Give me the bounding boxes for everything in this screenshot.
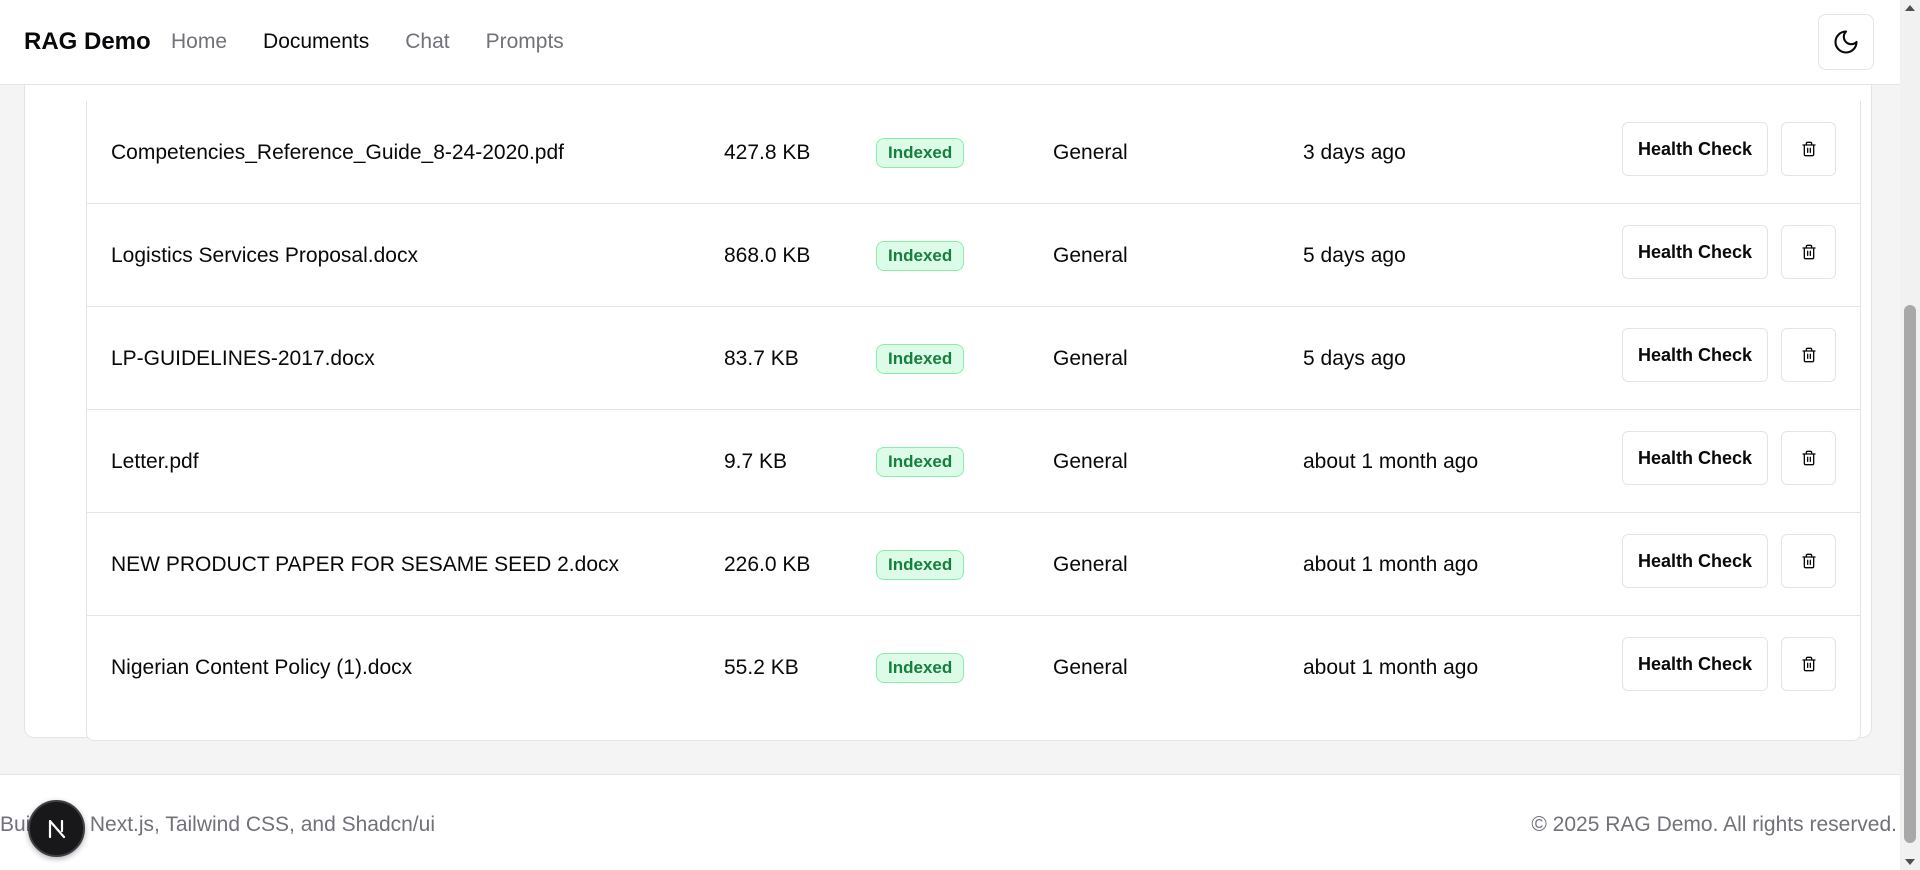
- document-name: Logistics Services Proposal.docx: [111, 243, 418, 267]
- status-badge: Indexed: [876, 446, 965, 477]
- nav-home[interactable]: Home: [171, 30, 227, 54]
- delete-button[interactable]: [1781, 225, 1836, 279]
- document-size: 226.0 KB: [724, 552, 811, 576]
- health-check-button[interactable]: Health Check: [1622, 637, 1768, 691]
- health-check-button[interactable]: Health Check: [1622, 225, 1768, 279]
- table-row: Logistics Services Proposal.docx 868.0 K…: [87, 204, 1860, 307]
- nav-documents[interactable]: Documents: [263, 30, 369, 54]
- brand-logo[interactable]: RAG Demo: [24, 28, 151, 56]
- document-name: Nigerian Content Policy (1).docx: [111, 655, 413, 679]
- documents-card: Competencies_Reference_Guide_8-24-2020.p…: [24, 40, 1872, 741]
- document-uploaded: 5 days ago: [1303, 243, 1406, 267]
- status-badge: Indexed: [876, 549, 965, 580]
- documents-table: Competencies_Reference_Guide_8-24-2020.p…: [86, 101, 1861, 741]
- footer-copyright: © 2025 RAG Demo. All rights reserved.: [1531, 813, 1897, 836]
- document-category: General: [1053, 346, 1128, 370]
- status-badge: Indexed: [876, 652, 965, 683]
- trash-icon: [1801, 553, 1816, 569]
- document-size: 427.8 KB: [724, 140, 811, 164]
- delete-button[interactable]: [1781, 431, 1836, 485]
- document-name: LP-GUIDELINES-2017.docx: [111, 346, 375, 370]
- health-check-button[interactable]: Health Check: [1622, 122, 1768, 176]
- document-name: Letter.pdf: [111, 449, 199, 473]
- top-nav: RAG Demo Home Documents Chat Prompts: [0, 0, 1900, 85]
- moon-icon: [1834, 30, 1858, 54]
- document-size: 9.7 KB: [724, 449, 788, 473]
- nextjs-logo-icon: [48, 819, 65, 838]
- document-uploaded: about 1 month ago: [1303, 655, 1479, 679]
- document-uploaded: about 1 month ago: [1303, 449, 1479, 473]
- document-uploaded: about 1 month ago: [1303, 552, 1479, 576]
- scroll-down-arrow-icon[interactable]: [1905, 859, 1915, 865]
- status-badge: Indexed: [876, 137, 965, 168]
- document-name: NEW PRODUCT PAPER FOR SESAME SEED 2.docx: [111, 552, 619, 576]
- document-category: General: [1053, 243, 1128, 267]
- trash-icon: [1801, 450, 1816, 466]
- document-uploaded: 5 days ago: [1303, 346, 1406, 370]
- table-row: Nigerian Content Policy (1).docx 55.2 KB…: [87, 616, 1860, 719]
- delete-button[interactable]: [1781, 122, 1836, 176]
- document-category: General: [1053, 140, 1128, 164]
- page-scrollbar[interactable]: [1900, 0, 1920, 870]
- document-uploaded: 3 days ago: [1303, 140, 1406, 164]
- document-size: 83.7 KB: [724, 346, 799, 370]
- document-category: General: [1053, 449, 1128, 473]
- document-category: General: [1053, 655, 1128, 679]
- delete-button[interactable]: [1781, 534, 1836, 588]
- delete-button[interactable]: [1781, 637, 1836, 691]
- table-row: LP-GUIDELINES-2017.docx 83.7 KB Indexed …: [87, 307, 1860, 410]
- status-badge: Indexed: [876, 343, 965, 374]
- document-size: 55.2 KB: [724, 655, 799, 679]
- nav-links: Home Documents Chat Prompts: [171, 30, 600, 54]
- health-check-button[interactable]: Health Check: [1622, 431, 1768, 485]
- document-category: General: [1053, 552, 1128, 576]
- nextjs-dev-badge[interactable]: [28, 800, 85, 857]
- health-check-button[interactable]: Health Check: [1622, 534, 1768, 588]
- page-footer: Built with Next.js, Tailwind CSS, and Sh…: [0, 774, 1900, 870]
- nav-prompts[interactable]: Prompts: [486, 30, 564, 54]
- table-row: Letter.pdf 9.7 KB Indexed General about …: [87, 410, 1860, 513]
- health-check-button[interactable]: Health Check: [1622, 328, 1768, 382]
- scroll-up-arrow-icon[interactable]: [1905, 5, 1915, 11]
- theme-toggle-button[interactable]: [1818, 14, 1874, 70]
- trash-icon: [1801, 656, 1816, 672]
- delete-button[interactable]: [1781, 328, 1836, 382]
- status-badge: Indexed: [876, 240, 965, 271]
- nav-chat[interactable]: Chat: [405, 30, 449, 54]
- document-name: Competencies_Reference_Guide_8-24-2020.p…: [111, 140, 564, 164]
- scrollbar-thumb[interactable]: [1904, 305, 1916, 843]
- trash-icon: [1801, 244, 1816, 260]
- trash-icon: [1801, 141, 1816, 157]
- table-row: NEW PRODUCT PAPER FOR SESAME SEED 2.docx…: [87, 513, 1860, 616]
- table-row: Competencies_Reference_Guide_8-24-2020.p…: [87, 101, 1860, 204]
- document-size: 868.0 KB: [724, 243, 811, 267]
- trash-icon: [1801, 347, 1816, 363]
